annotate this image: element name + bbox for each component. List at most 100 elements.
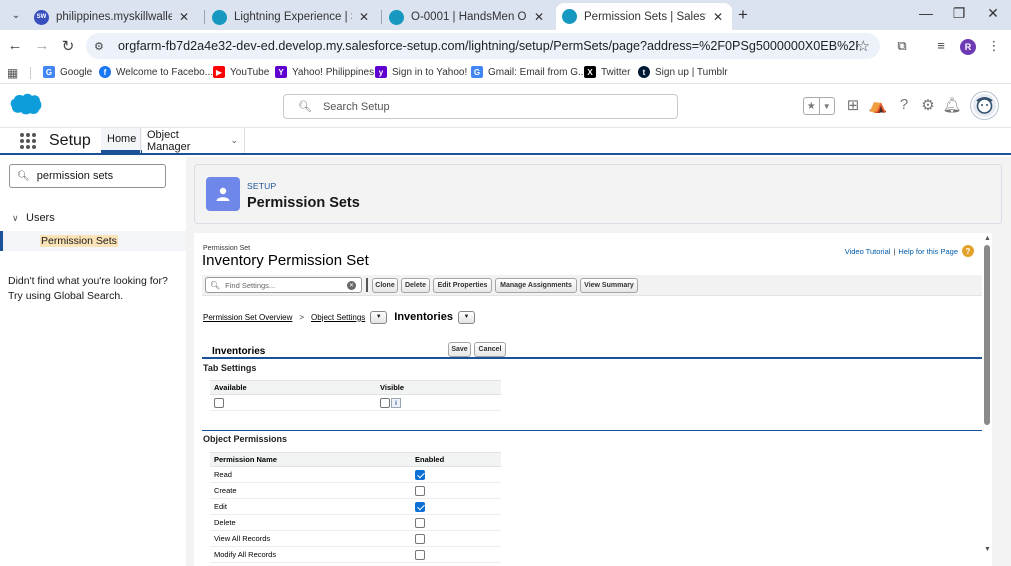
setup-gear-icon[interactable]: ⚙	[918, 96, 938, 114]
help-question-icon[interactable]: ?	[962, 245, 974, 257]
bookmark-twitter[interactable]: X Twitter	[584, 66, 630, 78]
close-tab-icon[interactable]: ✕	[356, 10, 372, 24]
section-title: Inventories	[212, 346, 266, 357]
bookmark-youtube[interactable]: ▶ YouTube	[213, 66, 269, 78]
forward-arrow-icon[interactable]: →	[33, 37, 51, 54]
notifications-bell-icon[interactable]: 🔔︎	[942, 96, 962, 114]
enabled-checkbox[interactable]	[415, 549, 425, 560]
tab-title: Permission Sets | Salesforce	[584, 10, 706, 23]
bookmark-gmail[interactable]: G Gmail: Email from G...	[471, 66, 586, 78]
bookmark-facebook[interactable]: f Welcome to Facebo...	[99, 66, 213, 78]
browser-tab-active[interactable]: Permission Sets | Salesforce ✕	[556, 3, 732, 30]
breadcrumb-current: Inventories	[394, 311, 453, 323]
salesforce-favicon-icon	[212, 9, 227, 25]
page-eyebrow: SETUP	[247, 181, 277, 191]
reading-list-icon[interactable]: ≡	[932, 38, 950, 53]
tab-object-manager[interactable]: Object Manager ⌄	[140, 128, 245, 153]
edit-properties-button[interactable]: Edit Properties	[433, 278, 492, 293]
favorites-star-icon[interactable]: ★	[804, 98, 819, 114]
available-checkbox[interactable]	[214, 397, 224, 408]
bookmark-google[interactable]: G Google	[43, 66, 92, 78]
address-bar[interactable]: ⚙ orgfarm-fb7d2a4e32-dev-ed.develop.my.s…	[86, 33, 880, 59]
setup-search-input[interactable]: 🔍︎ Search Setup	[283, 94, 678, 119]
chevron-down-icon[interactable]: ∨	[12, 213, 26, 224]
bookmark-label: Sign in to Yahoo!	[392, 66, 468, 78]
bookmark-yahoo-philippines[interactable]: Y Yahoo! Philippines	[275, 66, 374, 78]
find-settings-input[interactable]: 🔍︎ Find Settings... ✕	[205, 277, 362, 293]
find-settings-placeholder: Find Settings...	[225, 280, 276, 290]
apps-grid-icon[interactable]: ▦	[7, 66, 18, 80]
bookmark-tumblr[interactable]: t Sign up | Tumblr	[638, 66, 728, 78]
reload-icon[interactable]: ↻	[59, 37, 77, 55]
site-settings-icon[interactable]: ⚙	[94, 40, 110, 53]
table-row: i	[210, 394, 501, 411]
salesforce-cloud-logo-icon[interactable]	[10, 93, 42, 115]
minimize-window-icon[interactable]: —	[911, 5, 941, 21]
url-text[interactable]: orgfarm-fb7d2a4e32-dev-ed.develop.my.sal…	[118, 39, 858, 53]
clear-search-icon[interactable]: ✕	[347, 280, 356, 290]
global-actions-plus-icon[interactable]: ⊞	[843, 96, 863, 114]
profile-avatar[interactable]: R	[960, 39, 976, 55]
object-dropdown-icon[interactable]: ▼	[457, 310, 475, 324]
chevron-down-icon[interactable]: ⌄	[230, 135, 238, 146]
column-header-enabled: Enabled	[411, 452, 501, 467]
table-header-row: Available Visible	[210, 380, 501, 395]
enabled-checkbox[interactable]	[415, 533, 425, 544]
bookmark-yahoo-signin[interactable]: y Sign in to Yahoo!	[375, 66, 467, 78]
extensions-puzzle-icon[interactable]: ⧉	[893, 38, 911, 54]
enabled-checkbox[interactable]	[415, 501, 425, 512]
permission-set-detail-frame: Permission Set Inventory Permission Set …	[194, 233, 992, 566]
visible-checkbox[interactable]	[380, 397, 390, 408]
back-arrow-icon[interactable]: ←	[6, 37, 24, 54]
help-for-page-link[interactable]: Help for this Page	[898, 247, 958, 256]
bookmark-label: Google	[60, 66, 93, 78]
scroll-up-arrow-icon[interactable]: ▲	[984, 235, 991, 242]
browser-tab[interactable]: O-0001 | HandsMen Order | Sales ✕	[383, 4, 553, 30]
salesforce-global-header: 🔍︎ Search Setup ★ ▼ ⊞ ⛺ ? ⚙ 🔔︎	[0, 84, 1011, 128]
enabled-checkbox[interactable]	[415, 469, 425, 480]
tree-group-users[interactable]: ∨ Users	[12, 212, 55, 224]
section-header: Inventories Save Cancel	[202, 339, 982, 359]
info-icon[interactable]: i	[391, 397, 401, 408]
user-avatar[interactable]	[971, 92, 998, 119]
quick-find-value[interactable]: permission sets	[37, 170, 113, 182]
column-header-permission-name: Permission Name	[210, 452, 411, 467]
browser-tab[interactable]: Lightning Experience | Salesforce ✕	[206, 4, 378, 30]
scrollbar-thumb[interactable]	[984, 245, 990, 425]
breadcrumb-object-settings-link[interactable]: Object Settings	[311, 313, 365, 322]
bookmarks-divider	[30, 67, 31, 79]
view-summary-button[interactable]: View Summary	[580, 278, 638, 293]
browser-tab[interactable]: SW philippines.myskillwallet.ai/dash ✕	[28, 4, 198, 30]
tab-home[interactable]: Home	[101, 128, 143, 153]
clone-button[interactable]: Clone	[372, 278, 398, 293]
manage-assignments-button[interactable]: Manage Assignments	[495, 278, 577, 293]
save-button[interactable]: Save	[448, 342, 471, 357]
close-tab-icon[interactable]: ✕	[176, 10, 192, 24]
object-settings-dropdown-icon[interactable]: ▼	[370, 310, 388, 324]
enabled-checkbox[interactable]	[415, 485, 425, 496]
close-tab-icon[interactable]: ✕	[531, 10, 547, 24]
help-question-icon[interactable]: ?	[894, 96, 914, 113]
enabled-checkbox[interactable]	[415, 517, 425, 528]
new-tab-plus-icon[interactable]: +	[738, 5, 748, 25]
video-tutorial-link[interactable]: Video Tutorial	[845, 247, 891, 256]
scroll-down-arrow-icon[interactable]: ▼	[984, 546, 991, 553]
breadcrumb-overview-link[interactable]: Permission Set Overview	[203, 313, 292, 322]
close-tab-icon[interactable]: ✕	[710, 10, 726, 24]
favorites-dropdown-chevron-icon[interactable]: ▼	[818, 98, 835, 114]
cancel-button[interactable]: Cancel	[474, 342, 506, 357]
tree-item-permission-sets[interactable]: Permission Sets	[0, 231, 186, 251]
object-permissions-table: Permission Name Enabled Read Create Edit De…	[210, 452, 501, 563]
browser-menu-icon[interactable]: ⋮	[985, 38, 1003, 54]
trailhead-guidance-icon[interactable]: ⛺	[868, 96, 888, 114]
bookmark-label: Sign up | Tumblr	[655, 66, 728, 78]
restore-window-icon[interactable]: ❐	[944, 5, 974, 22]
tab-search-chevron-icon[interactable]: ⌄	[6, 5, 26, 25]
bookmark-star-icon[interactable]: ☆	[857, 37, 870, 55]
favorites-button-group[interactable]: ★ ▼	[803, 97, 835, 115]
content-scrollbar[interactable]: ▲ ▼	[983, 233, 991, 558]
quick-find-input[interactable]: 🔍︎ permission sets	[9, 164, 166, 188]
close-window-icon[interactable]: ✕	[978, 5, 1008, 22]
app-launcher-waffle-icon[interactable]	[20, 133, 36, 149]
delete-button[interactable]: Delete	[401, 278, 430, 293]
